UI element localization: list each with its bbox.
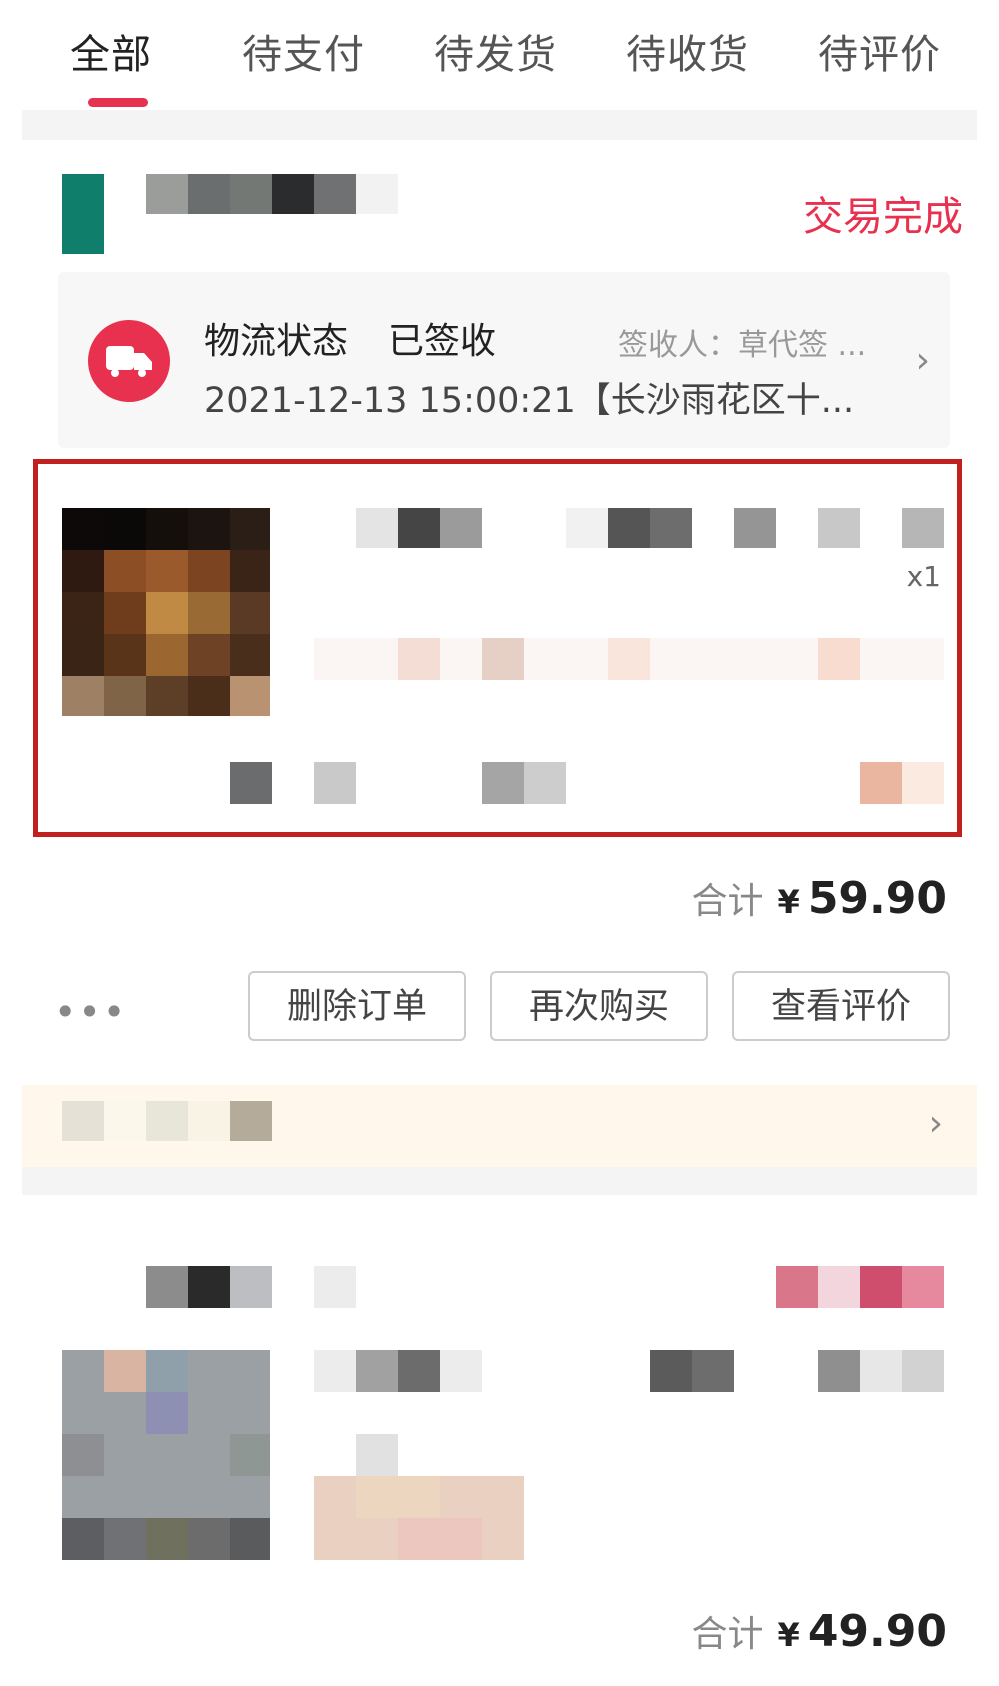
product-image-tile [62,1434,104,1476]
product-title-blur [692,1350,734,1392]
currency-symbol: ¥ [777,883,800,921]
shop-name-blur [314,1266,356,1308]
promo-blur [146,1101,188,1141]
promo-blur [230,1101,272,1141]
order-status-blur [860,1266,902,1308]
currency-symbol: ¥ [777,1616,800,1654]
total-label: 合计 [691,1614,764,1655]
shop-name-blur[interactable] [146,174,188,214]
section-divider [22,1167,977,1195]
order-total: 合计 ¥59.90 [692,872,947,924]
shop-name-blur [146,1266,188,1308]
product-image-tile [104,1350,146,1392]
product-image-tile [146,1392,188,1434]
product-title-blur [356,1350,398,1392]
total-amount: 49.90 [807,1606,947,1657]
order-status: 交易完成 [803,194,963,240]
product-image-tile [230,1518,270,1560]
shop-name-blur [230,174,272,214]
active-tab-indicator [88,98,148,107]
highlight-annotation-box [33,459,962,837]
product-image-tile [230,1434,270,1476]
buy-again-button[interactable]: 再次购买 [490,971,708,1041]
product-title-blur [860,1350,902,1392]
shop-name-blur [314,174,356,214]
promo-blur [188,1101,230,1141]
chevron-right-icon: › [928,1103,943,1144]
tab-pending-payment[interactable]: 待支付 [242,22,365,80]
product-image-tile [188,1518,230,1560]
shop-logo [62,174,104,254]
chevron-right-icon: › [915,340,930,381]
product-title-blur [902,1350,944,1392]
logistics-title: 物流状态 [204,321,349,362]
order-status-blur [776,1266,818,1308]
logistics-signer: 签收人：草代签 ... [618,328,867,363]
total-amount: 59.90 [807,873,947,924]
product-title-blur [398,1350,440,1392]
product-image-tile [104,1518,146,1560]
tab-all[interactable]: 全部 [70,22,152,80]
product-spec-blur [398,1518,482,1560]
promo-blur [104,1101,146,1141]
product-image-tile [146,1518,188,1560]
tab-pending-shipment[interactable]: 待发货 [434,22,557,80]
product-title-blur [650,1350,692,1392]
order-tabs: 全部 待支付 待发货 待收货 待评价 [0,0,999,110]
order-status-blur [902,1266,944,1308]
product-title-blur [440,1350,482,1392]
truck-icon [88,320,170,402]
product-image-tile [146,1350,188,1392]
more-options-icon[interactable]: ••• [54,990,127,1034]
promo-blur [62,1101,104,1141]
logistics-detail: 2021-12-13 15:00:21【长沙雨花区十... [204,381,855,421]
product-spec-blur [356,1476,440,1518]
tab-pending-receipt[interactable]: 待收货 [626,22,749,80]
product-title-blur [818,1350,860,1392]
shop-name-blur [188,1266,230,1308]
shop-name-blur [188,174,230,214]
delete-order-button[interactable]: 删除订单 [248,971,466,1041]
order-status-blur [818,1266,860,1308]
tab-pending-review[interactable]: 待评价 [818,22,941,80]
shop-name-blur [272,174,314,214]
product-title-blur [314,1350,356,1392]
logistics-state: 已签收 [388,321,497,362]
shop-name-blur [356,174,398,214]
shop-name-blur [230,1266,272,1308]
order-total: 合计 ¥49.90 [692,1605,947,1657]
total-label: 合计 [691,881,764,922]
product-image-tile [62,1518,104,1560]
view-review-button[interactable]: 查看评价 [732,971,950,1041]
section-divider [22,110,977,140]
product-title-blur [356,1434,398,1476]
logistics-panel[interactable]: 物流状态 已签收 签收人：草代签 ... 2021-12-13 15:00:21… [58,272,950,448]
promo-banner[interactable]: › [22,1085,977,1167]
